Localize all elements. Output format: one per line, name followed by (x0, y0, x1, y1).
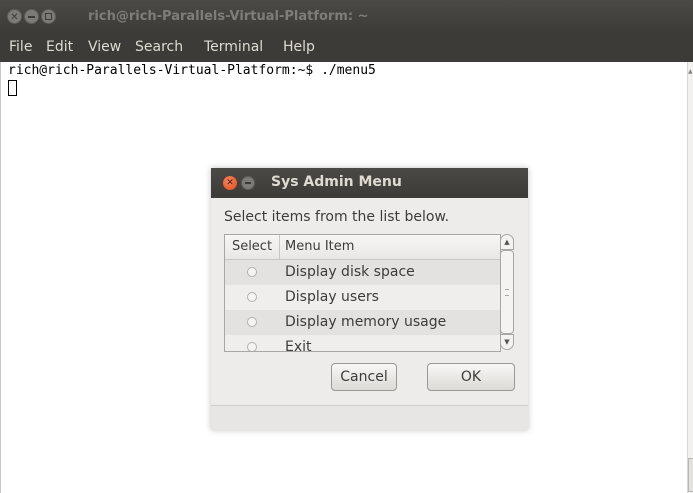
select-radio[interactable] (247, 342, 257, 351)
menu-item-label: Exit (285, 339, 312, 352)
dialog-title: Sys Admin Menu (271, 174, 402, 190)
list-scrollbar-thumb[interactable] (500, 250, 514, 334)
menu-item-label: Display users (285, 289, 379, 305)
menu-file[interactable]: File (9, 39, 32, 55)
close-icon: ✕ (226, 178, 234, 188)
list-row-memory-usage[interactable]: Display memory usage (225, 310, 500, 335)
close-icon: ✕ (10, 12, 19, 23)
window-close-button[interactable]: ✕ (7, 9, 22, 24)
select-radio[interactable] (247, 292, 257, 302)
dialog-minimize-button[interactable] (241, 176, 255, 190)
window-minimize-button[interactable] (24, 9, 39, 24)
column-header-menu-item[interactable]: Menu Item (285, 235, 354, 259)
list-row-users[interactable]: Display users (225, 285, 500, 310)
list-header: Select Menu Item (225, 235, 500, 260)
terminal-cursor (8, 80, 17, 96)
terminal-titlebar: ✕ rich@rich-Parallels-Virtual-Platform: … (0, 0, 693, 35)
menu-view[interactable]: View (88, 39, 121, 55)
terminal-prompt-line: rich@rich-Parallels-Virtual-Platform:~$ … (8, 63, 376, 78)
terminal-scrollbar-thumb[interactable] (688, 458, 693, 492)
chevron-up-icon[interactable]: ▲ (500, 234, 514, 250)
dialog-instruction: Select items from the list below. (224, 209, 450, 225)
select-radio[interactable] (247, 317, 257, 327)
menu-item-list: Select Menu Item Display disk space Disp… (224, 234, 501, 352)
scroll-up-icon[interactable]: ▲ (688, 68, 693, 75)
column-header-select[interactable]: Select (225, 235, 280, 259)
chevron-down-icon[interactable]: ▼ (500, 334, 514, 350)
menu-help[interactable]: Help (283, 39, 315, 55)
list-scrollbar[interactable]: ▲ ▼ (500, 234, 514, 350)
list-row-exit[interactable]: Exit (225, 335, 500, 352)
list-row-disk-space[interactable]: Display disk space (225, 260, 500, 285)
terminal-scrollbar[interactable]: ▲ (687, 62, 693, 493)
menu-terminal[interactable]: Terminal (204, 39, 263, 55)
window-maximize-button[interactable] (41, 9, 56, 24)
sys-admin-dialog: ✕ Sys Admin Menu Select items from the l… (211, 168, 528, 430)
dialog-close-button[interactable]: ✕ (223, 176, 237, 190)
window-title: rich@rich-Parallels-Virtual-Platform: ~ (88, 9, 369, 24)
dialog-footer (211, 405, 528, 430)
cancel-button[interactable]: Cancel (331, 363, 397, 391)
ok-button[interactable]: OK (427, 363, 515, 391)
dialog-titlebar: ✕ Sys Admin Menu (211, 168, 528, 198)
menu-item-label: Display disk space (285, 264, 415, 280)
menu-edit[interactable]: Edit (46, 39, 73, 55)
select-radio[interactable] (247, 267, 257, 277)
menu-item-label: Display memory usage (285, 314, 447, 330)
menu-search[interactable]: Search (135, 39, 183, 55)
menubar: File Edit View Search Terminal Help (0, 35, 693, 62)
